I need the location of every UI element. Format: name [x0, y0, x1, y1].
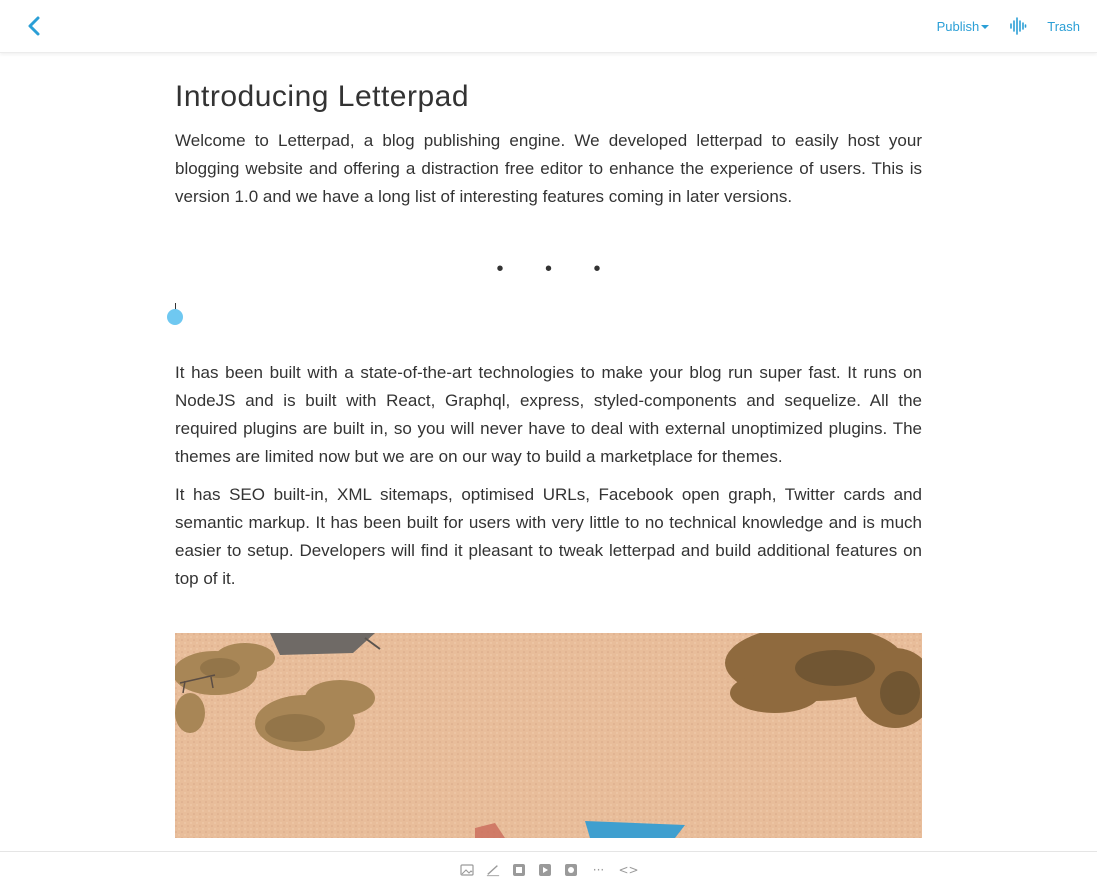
paragraph[interactable]: It has been built with a state-of-the-ar…	[175, 359, 922, 471]
code-icon[interactable]: <>	[618, 863, 638, 877]
back-button[interactable]	[22, 13, 46, 39]
top-bar: Publish Trash	[0, 0, 1097, 53]
top-actions: Publish Trash	[937, 0, 1080, 52]
audio-button[interactable]	[1009, 17, 1027, 35]
empty-paragraph[interactable]	[167, 303, 922, 359]
beach-aerial-picture	[175, 633, 922, 838]
editor-app: Publish Trash Introducing Letterpad Welc…	[0, 0, 1097, 888]
caret-handle[interactable]	[167, 309, 183, 325]
section-separator: • • •	[496, 258, 619, 280]
caret-down-icon	[981, 25, 990, 29]
block-icon-2[interactable]	[538, 863, 552, 877]
audio-wave-icon	[1010, 17, 1027, 35]
block-glyph-3	[564, 864, 577, 876]
pencil-glyph	[486, 865, 499, 877]
publish-label: Publish	[936, 18, 980, 34]
beach-aerial-image[interactable]	[175, 633, 922, 838]
pencil-icon[interactable]	[486, 863, 500, 877]
editor-toolbar: ··· <>	[0, 851, 1097, 888]
block-glyph-2	[538, 864, 551, 876]
image-icon[interactable]	[459, 863, 474, 877]
publish-dropdown-button[interactable]: Publish	[937, 19, 990, 34]
chevron-left-icon	[28, 16, 40, 36]
paragraph[interactable]: It has SEO built-in, XML sitemaps, optim…	[175, 481, 922, 593]
block-glyph-1	[512, 864, 525, 876]
block-icon-1[interactable]	[512, 863, 526, 877]
image-glyph	[459, 864, 474, 876]
block-icon-3[interactable]	[564, 863, 578, 877]
paragraph[interactable]: Welcome to Letterpad, a blog publishing …	[175, 127, 922, 211]
trash-button[interactable]: Trash	[1047, 19, 1080, 34]
post-title[interactable]: Introducing Letterpad	[175, 79, 922, 115]
article-editor[interactable]: Introducing Letterpad Welcome to Letterp…	[167, 52, 922, 838]
separator-dots-icon[interactable]: ···	[590, 863, 608, 877]
